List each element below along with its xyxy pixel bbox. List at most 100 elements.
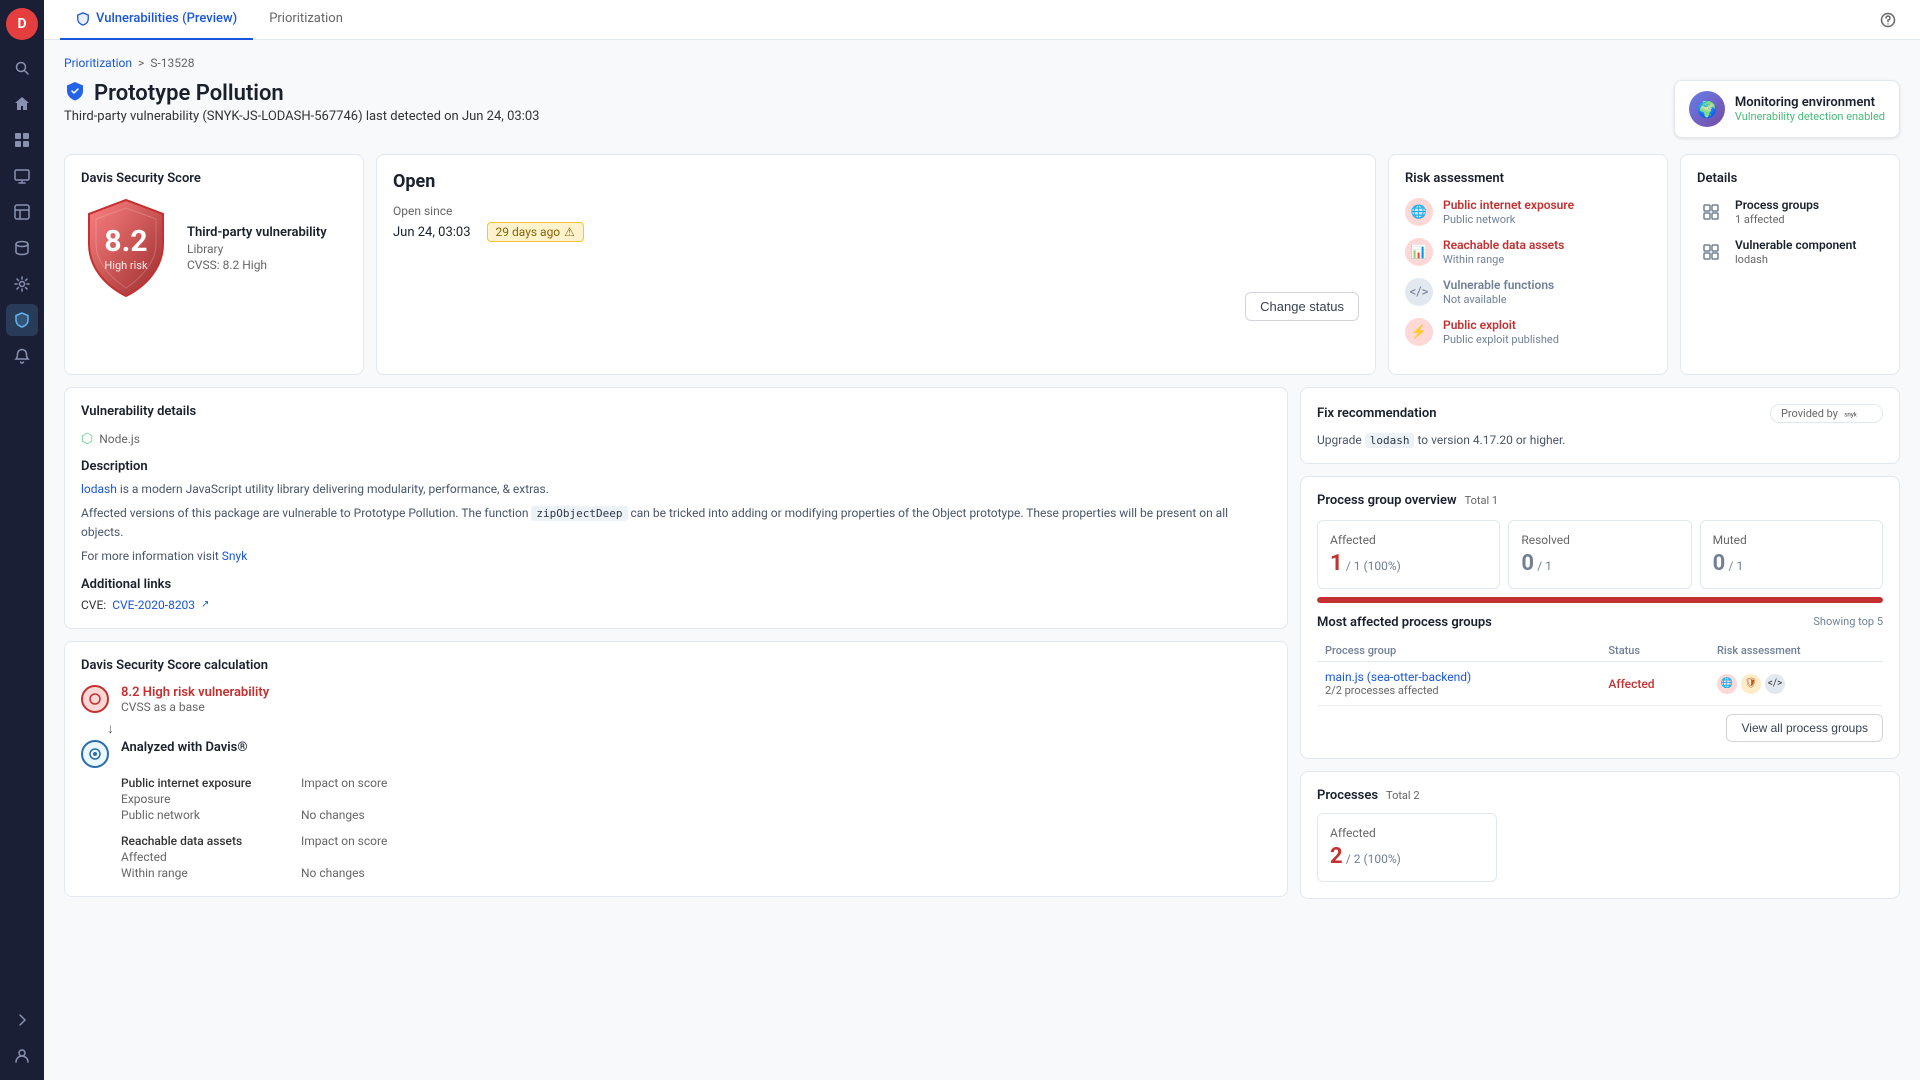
davis-score-card: Davis Security Score (64, 154, 364, 375)
sidebar-icon-db[interactable] (6, 232, 38, 264)
sidebar-icon-user[interactable] (6, 1040, 38, 1072)
risk-assessment-title: Risk assessment (1405, 171, 1651, 186)
davis-calc-title: Davis Security Score calculation (81, 658, 1271, 673)
risk-data-icon: 📊 (1405, 238, 1433, 266)
cve-label: CVE: (81, 598, 106, 612)
provided-by-label: Provided by (1781, 407, 1838, 420)
sidebar-logo[interactable]: D (6, 8, 38, 40)
risk-assessment-card: Risk assessment 🌐 Public internet exposu… (1388, 154, 1668, 375)
calc-step1: 8.2 High risk vulnerability CVSS as a ba… (81, 685, 1271, 714)
processes-total-badge: Total 2 (1386, 789, 1419, 802)
stat-resolved: Resolved 0 / 1 (1508, 520, 1691, 589)
risk-functions-icon: </> (1405, 278, 1433, 306)
fix-recommendation-card: Fix recommendation Provided by snyk Upgr… (1300, 387, 1900, 464)
calc-step2: Analyzed with Davis® (81, 740, 1271, 768)
sidebar-icon-security[interactable] (6, 304, 38, 336)
process-groups-icon (1697, 198, 1725, 226)
open-since-row: Jun 24, 03:03 29 days ago ⚠ (393, 222, 1359, 242)
process-name-link[interactable]: main.js (sea-otter-backend) (1325, 670, 1471, 684)
calc-data-label: Affected (121, 850, 301, 864)
processes-affected-stat-row: 2 / 2 (100%) (1330, 844, 1484, 869)
shield-score: 8.2 High risk (81, 198, 171, 298)
risk-data-text: Reachable data assets Within range (1443, 238, 1564, 266)
stat-affected-label: Affected (1330, 533, 1487, 547)
detail-process-groups: Process groups 1 affected (1697, 198, 1883, 226)
env-icon: 🌍 (1689, 91, 1725, 127)
cve-link[interactable]: CVE-2020-8203 (112, 598, 195, 612)
sidebar-icon-apps[interactable] (6, 196, 38, 228)
days-ago-badge: 29 days ago ⚠ (487, 222, 584, 242)
risk-functions: </> Vulnerable functions Not available (1405, 278, 1651, 306)
risk-functions-name: Vulnerable functions (1443, 278, 1554, 292)
calc-arrow1: ↓ (95, 722, 1271, 736)
tab-vulnerabilities[interactable]: Vulnerabilities (Preview) (60, 0, 253, 40)
calc-exposure-blank (301, 792, 1271, 806)
vulnerable-component-icon (1697, 238, 1725, 266)
calc-exposure-value: Public network (121, 808, 301, 822)
stat-muted: Muted 0 / 1 (1700, 520, 1883, 589)
page-header: Prototype Pollution Third-party vulnerab… (64, 80, 1900, 138)
page-title: Prototype Pollution (64, 80, 539, 107)
sidebar-icon-expand[interactable] (6, 1004, 38, 1036)
calc-step1-title: 8.2 High risk vulnerability (121, 685, 1271, 700)
score-content: 8.2 High risk Third-party vulnerability … (81, 198, 347, 298)
risk-icons: 🌐 🛡 </> (1717, 674, 1875, 694)
more-info-text: For more information visit Snyk (81, 547, 1271, 565)
cve-row: CVE: CVE-2020-8203 ↗ (81, 598, 1271, 612)
sidebar-icon-gear[interactable] (6, 268, 38, 300)
snyk-logo: snyk (1842, 408, 1872, 420)
processes-header: Processes Total 2 (1317, 788, 1883, 803)
processes-affected-box: Affected 2 / 2 (100%) (1317, 813, 1497, 882)
open-date: Jun 24, 03:03 (393, 225, 471, 240)
sidebar-icon-home[interactable] (6, 88, 38, 120)
shield-security-icon (64, 80, 86, 107)
fix-header: Fix recommendation Provided by snyk (1317, 404, 1883, 423)
stat-resolved-value-row: 0 / 1 (1521, 551, 1678, 576)
total-badge: Total 1 (1465, 494, 1498, 507)
calc-data-value: Within range (121, 866, 301, 880)
stat-resolved-label: Resolved (1521, 533, 1678, 547)
open-card: Open Open since Jun 24, 03:03 29 days ag… (376, 154, 1376, 375)
lodash-link[interactable]: lodash (81, 482, 117, 496)
risk-exploit-name: Public exploit (1443, 318, 1559, 332)
sidebar-icon-bell[interactable] (6, 340, 38, 372)
col-process-group: Process group (1317, 640, 1600, 662)
risk-exploit: ⚡ Public exploit Public exploit publishe… (1405, 318, 1651, 346)
vulnerabilities-tab-icon (76, 12, 90, 26)
view-all-process-groups-button[interactable]: View all process groups (1726, 714, 1883, 742)
risk-exploit-icon: ⚡ (1405, 318, 1433, 346)
tab-prioritization[interactable]: Prioritization (253, 0, 359, 40)
svg-text:snyk: snyk (1844, 412, 1857, 418)
showing-badge: Showing top 5 (1813, 615, 1883, 630)
sidebar-icon-grid[interactable] (6, 124, 38, 156)
env-text: Monitoring environment Vulnerability det… (1735, 95, 1885, 123)
detail-vulnerable-component-text: Vulnerable component lodash (1735, 238, 1856, 266)
sidebar-icon-search[interactable] (6, 52, 38, 84)
davis-score-title: Davis Security Score (81, 171, 347, 186)
process-stats: Affected 1 / 1 (100%) Resolved 0 / 1 (1317, 520, 1883, 589)
risk-internet-small-icon: 🌐 (1717, 674, 1737, 694)
snyk-link[interactable]: Snyk (222, 549, 248, 563)
page-subtitle: Third-party vulnerability (SNYK-JS-LODAS… (64, 109, 539, 124)
fix-package: lodash (1365, 433, 1415, 448)
risk-level-label: High risk (104, 259, 147, 272)
fix-text: Upgrade lodash to version 4.17.20 or hig… (1317, 433, 1883, 447)
risk-data-name: Reachable data assets (1443, 238, 1564, 252)
risk-functions-desc: Not available (1443, 293, 1554, 306)
calc-detail-grid: Public internet exposure Impact on score… (121, 776, 1271, 880)
monitoring-badge: 🌍 Monitoring environment Vulnerability d… (1674, 80, 1900, 138)
score-details: Third-party vulnerability Library CVSS: … (187, 225, 327, 272)
detail-vulnerable-component: Vulnerable component lodash (1697, 238, 1883, 266)
tab-vulnerabilities-label: Vulnerabilities (Preview) (96, 11, 237, 26)
sidebar-icon-monitor[interactable] (6, 160, 38, 192)
help-icon[interactable] (1872, 4, 1904, 36)
breadcrumb-parent-link[interactable]: Prioritization (64, 56, 132, 70)
calc-data-blank (301, 850, 1271, 864)
stat-muted-detail: / 1 (1729, 559, 1744, 573)
details-card: Details Process groups 1 affected (1680, 154, 1900, 375)
change-status-button[interactable]: Change status (1245, 292, 1359, 321)
description-label: Description (81, 459, 1271, 474)
calc-data-impact-header: Impact on score (301, 834, 1271, 848)
vulnerable-component-value: lodash (1735, 253, 1856, 266)
davis-calc-card: Davis Security Score calculation 8.2 Hig… (64, 641, 1288, 897)
